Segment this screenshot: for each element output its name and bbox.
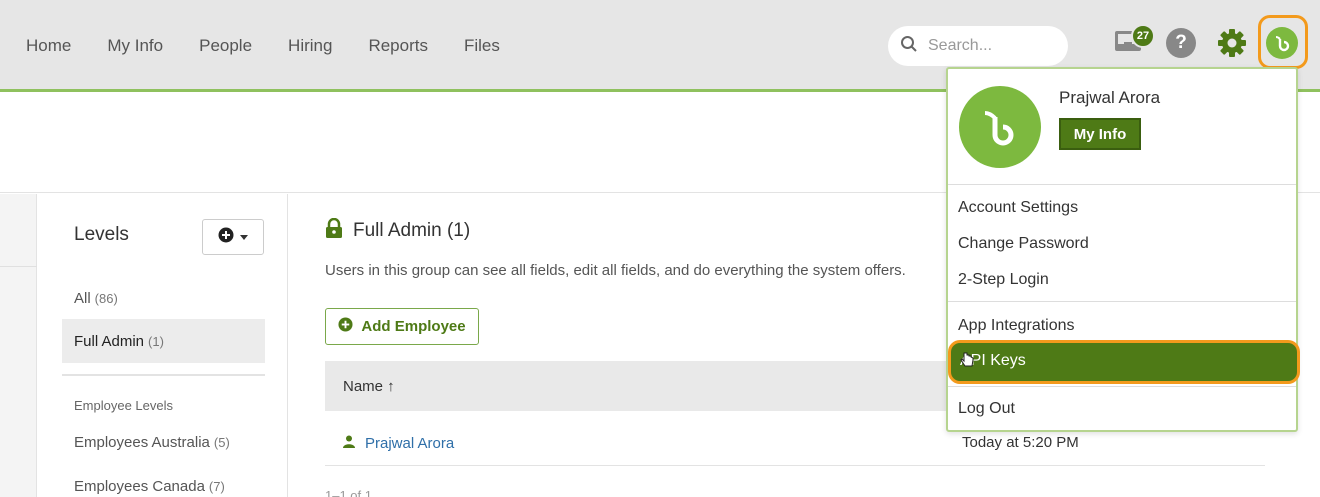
level-item-full-admin[interactable]: Full Admin (1) [62, 319, 265, 363]
level-count: (1) [148, 333, 164, 349]
level-item-employees-canada[interactable]: Employees Canada (7) [62, 464, 265, 497]
menu-item-app-integrations[interactable]: App Integrations [958, 317, 1075, 335]
level-count: (7) [208, 478, 225, 494]
menu-separator [948, 386, 1296, 387]
employee-name-link[interactable]: Prajwal Arora [365, 435, 454, 452]
my-info-button[interactable]: My Info [1059, 118, 1141, 150]
menu-item-log-out[interactable]: Log Out [958, 400, 1015, 418]
person-icon [343, 435, 355, 453]
hand-cursor-icon [960, 352, 974, 373]
nav-people[interactable]: People [199, 36, 252, 56]
nav-reports[interactable]: Reports [368, 36, 428, 56]
menu-separator [948, 301, 1296, 302]
group-title-text: Full Admin (1) [353, 220, 471, 241]
level-label: Employees Canada [74, 477, 205, 495]
avatar [959, 86, 1041, 168]
add-level-button[interactable] [202, 219, 264, 255]
search-icon [900, 35, 918, 58]
nav-hiring[interactable]: Hiring [288, 36, 332, 56]
gear-icon[interactable] [1216, 27, 1248, 64]
menu-item-change-password[interactable]: Change Password [958, 235, 1089, 253]
nav-my-info[interactable]: My Info [107, 36, 163, 56]
level-label: Employees Australia [74, 433, 210, 451]
pagination-text: 1–1 of 1 [325, 488, 372, 497]
level-label: Full Admin [74, 332, 145, 350]
user-avatar-button[interactable] [1266, 27, 1298, 59]
plus-circle-icon [218, 227, 234, 248]
left-rail [0, 194, 37, 497]
name-column-header[interactable]: Name ↑ [343, 378, 395, 395]
add-employee-button[interactable]: Add Employee [325, 308, 479, 345]
level-label: All [74, 289, 91, 307]
nav-home[interactable]: Home [26, 36, 71, 56]
search-input[interactable] [928, 37, 1058, 55]
levels-sidebar: Levels All (86) Full Admin (1) Employee … [38, 194, 288, 497]
search-box[interactable] [888, 26, 1068, 66]
employee-levels-heading: Employee Levels [74, 398, 173, 413]
level-count: (5) [213, 434, 230, 450]
group-description: Users in this group can see all fields, … [325, 262, 906, 279]
menu-item-account-settings[interactable]: Account Settings [958, 199, 1078, 217]
level-item-employees-australia[interactable]: Employees Australia (5) [62, 420, 265, 464]
levels-divider [62, 374, 265, 376]
level-item-all[interactable]: All (86) [62, 276, 265, 320]
lock-icon [325, 217, 343, 244]
plus-circle-icon [338, 317, 353, 336]
inbox-count-badge: 27 [1131, 24, 1155, 48]
group-title: Full Admin (1) [325, 217, 471, 244]
add-employee-label: Add Employee [361, 318, 466, 335]
menu-item-2-step-login[interactable]: 2-Step Login [958, 271, 1049, 289]
dropdown-header: Prajwal Arora My Info [948, 69, 1296, 185]
levels-title: Levels [74, 224, 129, 245]
level-count: (86) [94, 290, 118, 306]
user-dropdown-menu: Prajwal Arora My Info Account Settings C… [946, 67, 1300, 432]
caret-down-icon [240, 228, 248, 246]
help-icon[interactable]: ? [1166, 28, 1196, 58]
left-rail-divider [0, 266, 37, 267]
nav-links: Home My Info People Hiring Reports Files [26, 36, 536, 56]
nav-files[interactable]: Files [464, 36, 500, 56]
dropdown-user-name: Prajwal Arora [1059, 88, 1161, 107]
menu-item-api-keys[interactable]: API Keys [948, 340, 1300, 384]
employee-last-login: Today at 5:20 PM [962, 434, 1079, 451]
